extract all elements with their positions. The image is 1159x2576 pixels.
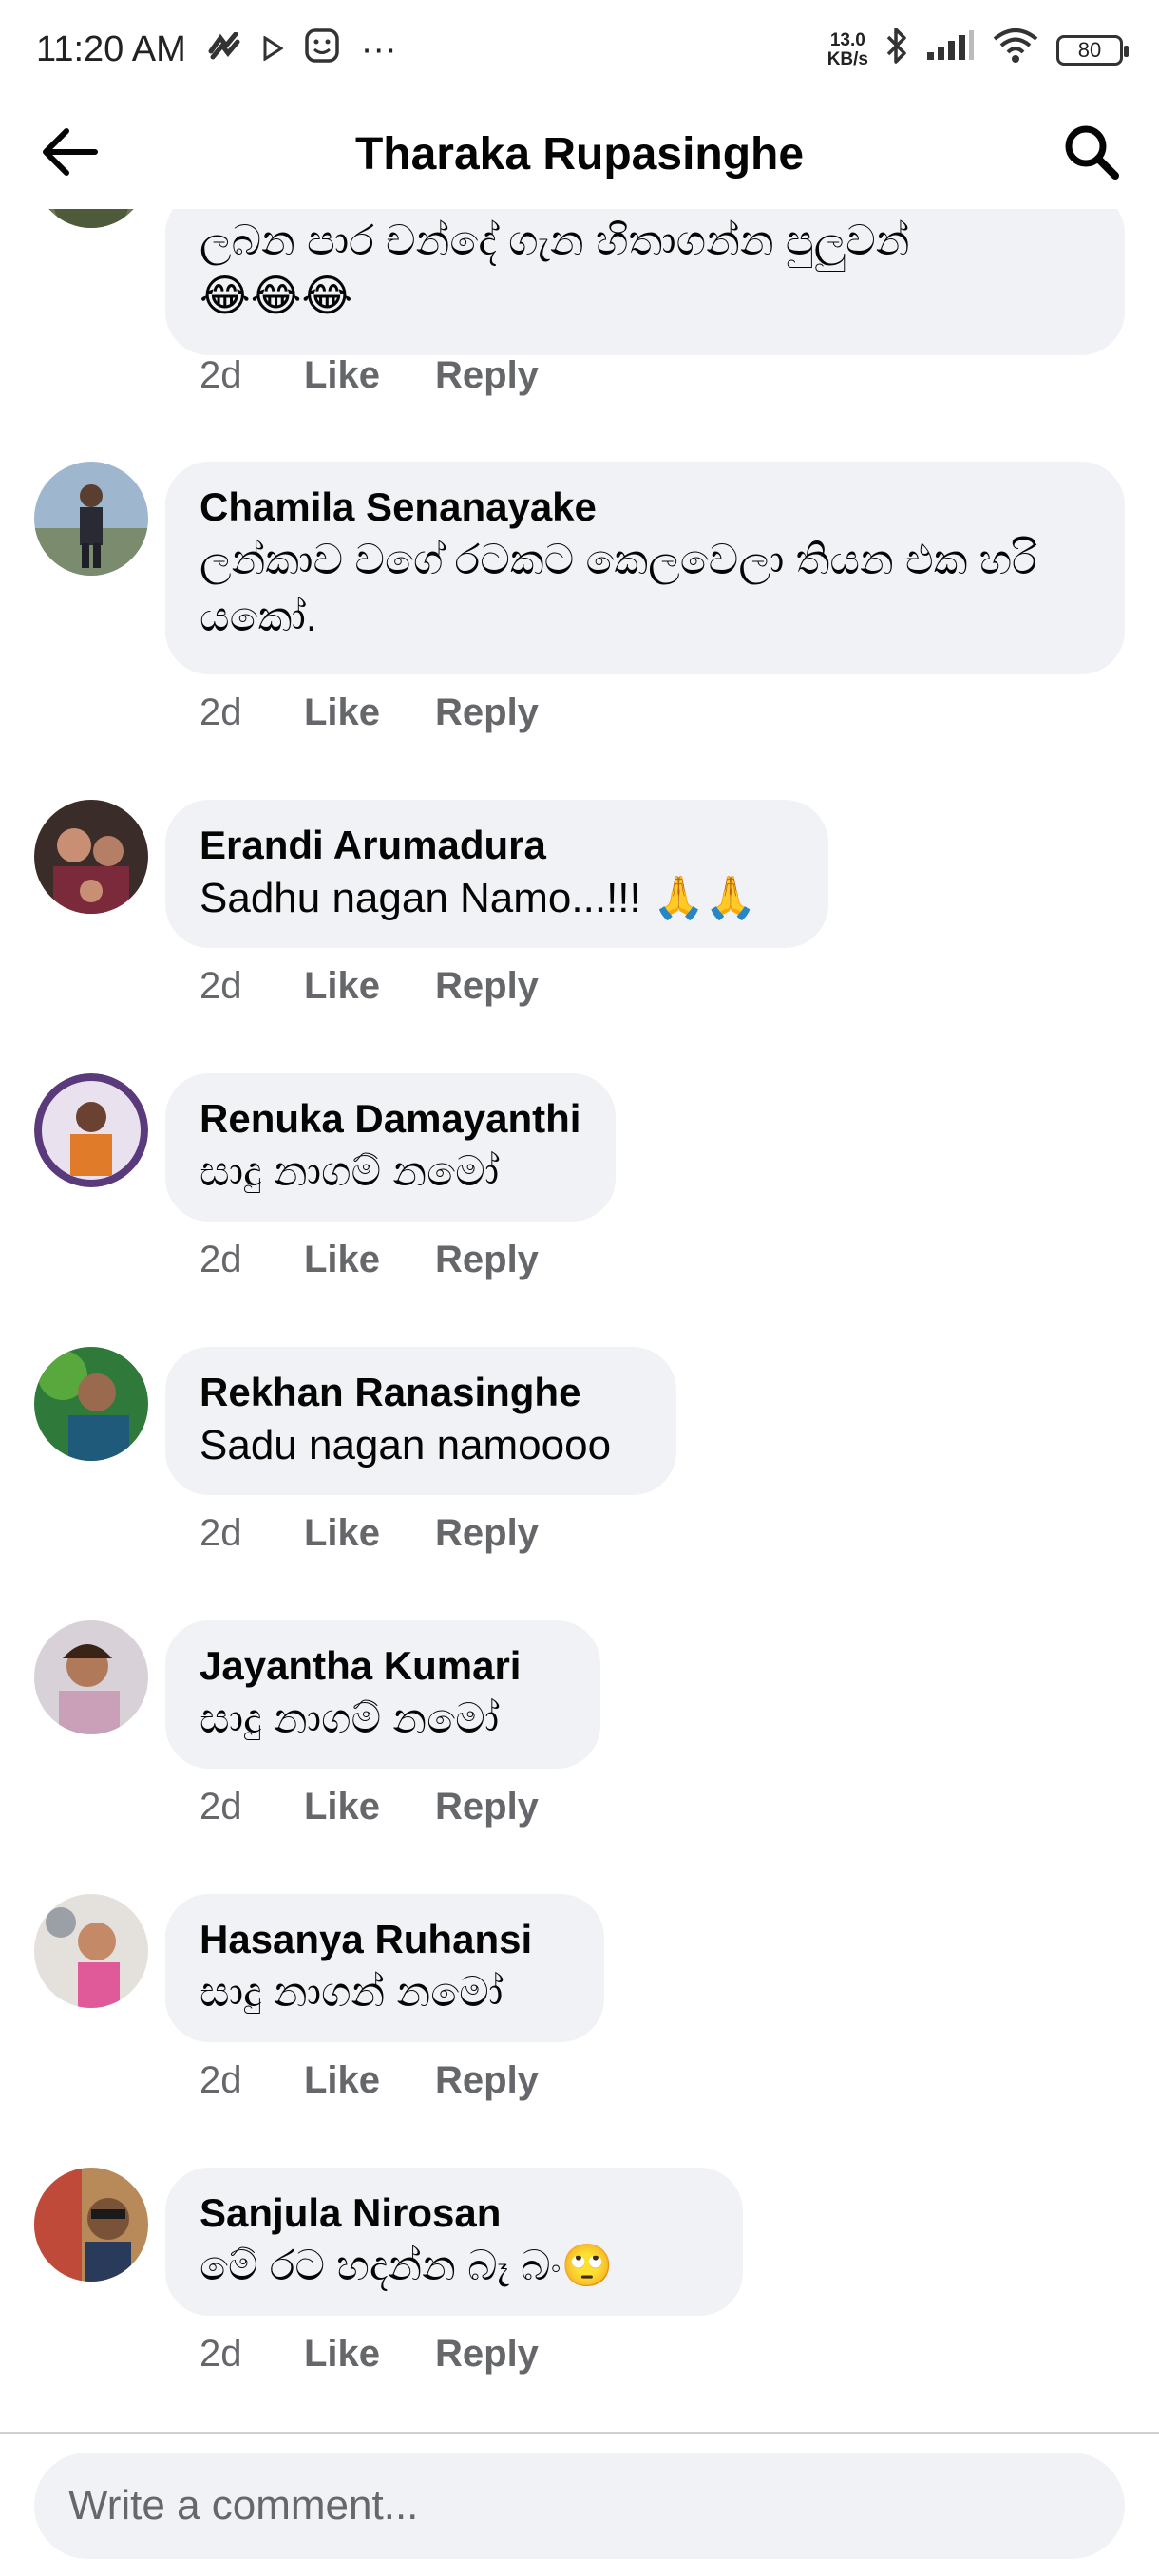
comment-composer xyxy=(0,2432,1159,2576)
like-button[interactable]: Like xyxy=(304,1239,435,1281)
comment-bubble[interactable]: Rekhan Ranasinghe Sadu nagan namoooo xyxy=(165,1347,676,1495)
avatar[interactable] xyxy=(34,1620,148,1734)
reply-button[interactable]: Reply xyxy=(435,2333,539,2376)
reply-button[interactable]: Reply xyxy=(435,354,539,397)
comment-text: සාදු නාගම් නමෝ xyxy=(200,1695,500,1742)
play-store-icon xyxy=(262,29,284,70)
comment-actions: 2d Like Reply xyxy=(200,1512,539,1555)
comment-bubble[interactable]: ලබන පාර චන්දේ ගැන හිතාගන්න පුලුවන් 😂😂😂 xyxy=(165,209,1125,355)
more-notifications-icon: ··· xyxy=(360,29,397,69)
comment-author[interactable]: Renuka Damayanthi xyxy=(200,1094,581,1144)
comment-actions: 2d Like Reply xyxy=(200,691,539,734)
comment-time: 2d xyxy=(200,1239,242,1280)
comment-author[interactable]: Hasanya Ruhansi xyxy=(200,1915,570,1964)
comment-text: ලබන පාර චන්දේ ගැන හිතාගන්න පුලුවන් xyxy=(200,218,910,264)
comment-emoji: 😂😂😂 xyxy=(200,271,353,320)
comment-actions: 2d Like Reply xyxy=(200,354,539,397)
reply-button[interactable]: Reply xyxy=(435,691,539,734)
comment-text: මේ රට හදන්න බෑ බං🙄 xyxy=(200,2243,614,2289)
signal-icon xyxy=(925,29,975,71)
comment-bubble[interactable]: Chamila Senanayake ලන්කාව වගේ රටකට කෙලවෙ… xyxy=(165,462,1125,674)
search-icon xyxy=(1062,123,1121,186)
network-speed: 13.0 KB/s xyxy=(826,29,868,69)
comment-text: Sadu nagan namoooo xyxy=(200,1422,612,1468)
avatar[interactable] xyxy=(34,800,148,914)
comment-author[interactable]: Chamila Senanayake xyxy=(200,483,1091,532)
comment-time: 2d xyxy=(200,2059,242,2101)
comment-text: ලන්කාව වගේ රටකට කෙලවෙලා තියන එක හරි යකෝ. xyxy=(200,537,1037,640)
avatar[interactable] xyxy=(34,1894,148,2008)
write-comment-input[interactable] xyxy=(34,2453,1125,2559)
app-header: Tharaka Rupasinghe xyxy=(0,100,1159,209)
comment-actions: 2d Like Reply xyxy=(200,1786,539,1828)
comment-text: සාදු නාගන් නමෝ xyxy=(200,1969,504,2016)
comment-time: 2d xyxy=(200,354,242,396)
status-bar: 11:20 AM ··· 13.0 KB/s 80 xyxy=(0,0,1159,100)
comment-bubble[interactable]: Renuka Damayanthi සාදු නාගම් නමෝ xyxy=(165,1073,616,1222)
comment-author[interactable]: Jayantha Kumari xyxy=(200,1641,566,1691)
app-notification-icon xyxy=(304,28,340,73)
comment-time: 2d xyxy=(200,965,242,1007)
avatar[interactable] xyxy=(34,2168,148,2282)
battery-indicator: 80 xyxy=(1056,34,1129,66)
comment-author[interactable]: Sanjula Nirosan xyxy=(200,2188,709,2238)
reply-button[interactable]: Reply xyxy=(435,1786,539,1828)
avatar[interactable] xyxy=(34,209,148,228)
reply-button[interactable]: Reply xyxy=(435,965,539,1008)
comment-time: 2d xyxy=(200,1786,242,1828)
like-button[interactable]: Like xyxy=(304,354,435,397)
like-button[interactable]: Like xyxy=(304,1786,435,1828)
like-button[interactable]: Like xyxy=(304,965,435,1008)
comment-actions: 2d Like Reply xyxy=(200,965,539,1008)
comments-list[interactable]: ලබන පාර චන්දේ ගැන හිතාගන්න පුලුවන් 😂😂😂 2… xyxy=(0,209,1159,2432)
comment-bubble[interactable]: Erandi Arumadura Sadhu nagan Namo...!!! … xyxy=(165,800,828,948)
comment-author[interactable]: Rekhan Ranasinghe xyxy=(200,1368,642,1417)
like-button[interactable]: Like xyxy=(304,691,435,734)
comment-text: Sadhu nagan Namo...!!! 🙏🙏 xyxy=(200,875,757,921)
comment-text: සාදු නාගම් නමෝ xyxy=(200,1148,500,1195)
notification-icon xyxy=(207,29,241,70)
comment-actions: 2d Like Reply xyxy=(200,2333,539,2376)
comment-actions: 2d Like Reply xyxy=(200,1239,539,1281)
comment-time: 2d xyxy=(200,1512,242,1554)
comment-emoji: 🙏🙏 xyxy=(652,875,757,921)
reply-button[interactable]: Reply xyxy=(435,1239,539,1281)
like-button[interactable]: Like xyxy=(304,2059,435,2102)
comment-author[interactable]: Erandi Arumadura xyxy=(200,821,794,870)
avatar[interactable] xyxy=(34,1347,148,1461)
comment-time: 2d xyxy=(200,2333,242,2375)
comment-actions: 2d Like Reply xyxy=(200,2059,539,2102)
wifi-icon xyxy=(992,28,1039,73)
avatar[interactable] xyxy=(34,1073,148,1187)
bluetooth-icon xyxy=(885,27,908,74)
comment-bubble[interactable]: Sanjula Nirosan මේ රට හදන්න බෑ බං🙄 xyxy=(165,2168,743,2316)
like-button[interactable]: Like xyxy=(304,2333,435,2376)
comment-emoji: 🙄 xyxy=(560,2243,614,2289)
reply-button[interactable]: Reply xyxy=(435,2059,539,2102)
arrow-left-icon xyxy=(38,125,101,183)
search-button[interactable] xyxy=(1045,117,1121,193)
like-button[interactable]: Like xyxy=(304,1512,435,1555)
avatar[interactable] xyxy=(34,462,148,576)
back-button[interactable] xyxy=(38,117,114,193)
comment-time: 2d xyxy=(200,691,242,733)
comment-bubble[interactable]: Hasanya Ruhansi සාදු නාගන් නමෝ xyxy=(165,1894,604,2042)
page-title: Tharaka Rupasinghe xyxy=(354,129,805,180)
comment-bubble[interactable]: Jayantha Kumari සාදු නාගම් නමෝ xyxy=(165,1620,600,1769)
status-time: 11:20 AM xyxy=(36,29,186,69)
reply-button[interactable]: Reply xyxy=(435,1512,539,1555)
